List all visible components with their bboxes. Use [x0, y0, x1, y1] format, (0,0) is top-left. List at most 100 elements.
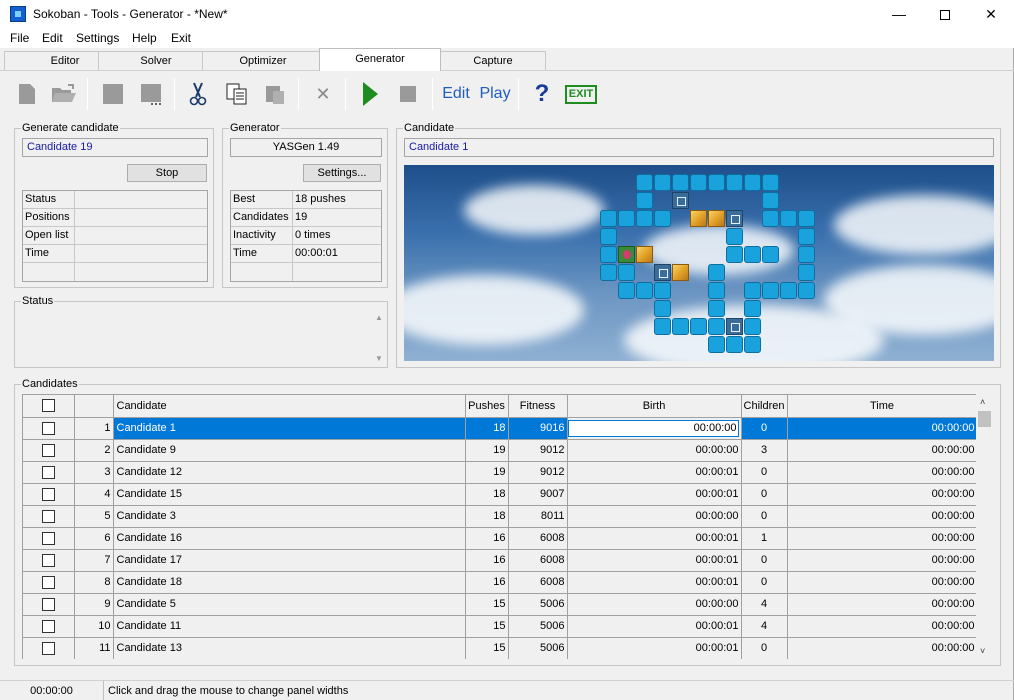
- toolbar-separator: [345, 78, 346, 110]
- play-button[interactable]: Play: [479, 80, 511, 108]
- tab-generator[interactable]: Generator: [319, 48, 441, 71]
- row-checkbox[interactable]: [23, 527, 75, 550]
- stat-value: [293, 263, 295, 281]
- edit-button[interactable]: Edit: [441, 80, 471, 108]
- scroll-thumb[interactable]: [978, 411, 991, 427]
- checkbox-icon[interactable]: [41, 641, 55, 655]
- generator-settings-button[interactable]: Settings...: [303, 164, 381, 182]
- row-checkbox[interactable]: [23, 549, 75, 572]
- table-row[interactable]: 4 Candidate 15 18 9007 00:00:01 0 00:00:00: [23, 483, 976, 506]
- wall-tile: [780, 210, 797, 227]
- row-checkbox[interactable]: [23, 439, 75, 462]
- scroll-down-icon[interactable]: ▼: [375, 354, 383, 363]
- table-row[interactable]: 8 Candidate 18 16 6008 00:00:01 0 00:00:00: [23, 571, 976, 594]
- column-header-birth[interactable]: Birth: [567, 395, 742, 418]
- menu-file[interactable]: File: [10, 31, 29, 45]
- wall-tile: [744, 318, 761, 335]
- checkbox-icon[interactable]: [41, 575, 55, 589]
- checkbox-icon[interactable]: [41, 443, 55, 457]
- row-children: 0: [741, 461, 788, 484]
- table-row[interactable]: 5 Candidate 3 18 8011 00:00:00 0 00:00:00: [23, 505, 976, 528]
- wall-tile: [708, 336, 725, 353]
- stat-label: [231, 263, 293, 281]
- cloud: [834, 195, 994, 255]
- row-checkbox[interactable]: [23, 571, 75, 594]
- select-all-checkbox[interactable]: [23, 395, 75, 418]
- column-header-fitness[interactable]: Fitness: [508, 395, 568, 418]
- table-row[interactable]: 11 Candidate 13 15 5006 00:00:01 0 00:00:00: [23, 637, 976, 659]
- row-checkbox[interactable]: [23, 483, 75, 506]
- play-generate-button[interactable]: [358, 80, 382, 108]
- column-header-index[interactable]: [74, 395, 114, 418]
- scroll-up-icon[interactable]: ▲: [375, 313, 383, 322]
- scroll-up-icon[interactable]: ˄: [980, 397, 985, 407]
- stat-label: Time: [23, 245, 75, 262]
- menu-exit[interactable]: Exit: [171, 31, 191, 45]
- table-row[interactable]: 9 Candidate 5 15 5006 00:00:00 4 00:00:00: [23, 593, 976, 616]
- checkbox-icon[interactable]: [41, 531, 55, 545]
- menu-edit[interactable]: Edit: [42, 31, 63, 45]
- row-birth: 00:00:01: [567, 549, 742, 572]
- exit-button[interactable]: EXIT: [564, 80, 598, 108]
- checkbox-icon[interactable]: [41, 487, 55, 501]
- checkbox-icon[interactable]: [41, 553, 55, 567]
- save-as-button[interactable]: [138, 80, 166, 108]
- help-button[interactable]: ?: [530, 80, 554, 108]
- row-checkbox[interactable]: [23, 593, 75, 616]
- cut-button[interactable]: [186, 80, 210, 108]
- row-checkbox[interactable]: [23, 417, 75, 440]
- table-row[interactable]: 6 Candidate 16 16 6008 00:00:01 1 00:00:00: [23, 527, 976, 550]
- candidate-level-preview[interactable]: [404, 165, 994, 361]
- grid-scrollbar[interactable]: ˄ ˅: [976, 394, 993, 659]
- save-button[interactable]: [100, 80, 126, 108]
- menu-settings[interactable]: Settings: [76, 31, 119, 45]
- menu-help[interactable]: Help: [132, 31, 157, 45]
- tab-capture[interactable]: Capture: [440, 51, 546, 70]
- stat-label: Positions: [23, 209, 75, 226]
- scroll-down-icon[interactable]: ˅: [980, 646, 985, 656]
- row-checkbox[interactable]: [23, 637, 75, 659]
- table-row[interactable]: 3 Candidate 12 19 9012 00:00:01 0 00:00:00: [23, 461, 976, 484]
- copy-button[interactable]: [224, 80, 250, 108]
- box-tile: [672, 264, 689, 281]
- stop-generation-button[interactable]: Stop: [127, 164, 207, 182]
- current-candidate-field: Candidate 19: [22, 138, 208, 157]
- checkbox-icon[interactable]: [41, 597, 55, 611]
- checkbox-icon[interactable]: [41, 421, 55, 435]
- paste-button[interactable]: [262, 80, 288, 108]
- checkbox-icon[interactable]: [41, 509, 55, 523]
- table-row[interactable]: 10 Candidate 11 15 5006 00:00:01 4 00:00:00: [23, 615, 976, 638]
- row-index: 7: [74, 549, 114, 572]
- checkbox-icon[interactable]: [41, 399, 55, 413]
- column-header-children[interactable]: Children: [741, 395, 788, 418]
- column-header-time[interactable]: Time: [787, 395, 976, 418]
- focused-birth-cell[interactable]: 00:00:00: [567, 419, 739, 437]
- open-folder-button[interactable]: [50, 80, 78, 108]
- maximize-button[interactable]: [922, 0, 968, 28]
- row-checkbox[interactable]: [23, 461, 75, 484]
- row-birth: 00:00:01: [567, 461, 742, 484]
- new-file-button[interactable]: [14, 80, 40, 108]
- tab-optimizer[interactable]: Optimizer: [202, 51, 324, 70]
- checkbox-icon[interactable]: [41, 619, 55, 633]
- stop-button[interactable]: [396, 80, 420, 108]
- wall-tile: [690, 318, 707, 335]
- copy-icon: [226, 83, 247, 105]
- column-header-candidate[interactable]: Candidate: [113, 395, 466, 418]
- status-scrollbar[interactable]: ▲ ▼: [371, 309, 387, 367]
- row-index: 4: [74, 483, 114, 506]
- close-button[interactable]: ✕: [968, 0, 1014, 28]
- toolbar-separator: [298, 78, 299, 110]
- tab-solver[interactable]: Solver: [98, 51, 214, 70]
- delete-button[interactable]: ✕: [310, 80, 336, 108]
- table-row[interactable]: 7 Candidate 17 16 6008 00:00:01 0 00:00:00: [23, 549, 976, 572]
- table-row[interactable]: 2 Candidate 9 19 9012 00:00:00 3 00:00:00: [23, 439, 976, 462]
- checkbox-icon[interactable]: [41, 465, 55, 479]
- row-checkbox[interactable]: [23, 615, 75, 638]
- status-text-area[interactable]: [15, 309, 371, 367]
- stat-value: [75, 263, 77, 281]
- column-header-pushes[interactable]: Pushes: [465, 395, 509, 418]
- minimize-button[interactable]: —: [876, 0, 922, 28]
- table-row[interactable]: 1 Candidate 1 18 9016 00:00:00 0 00:00:00: [23, 417, 976, 440]
- row-checkbox[interactable]: [23, 505, 75, 528]
